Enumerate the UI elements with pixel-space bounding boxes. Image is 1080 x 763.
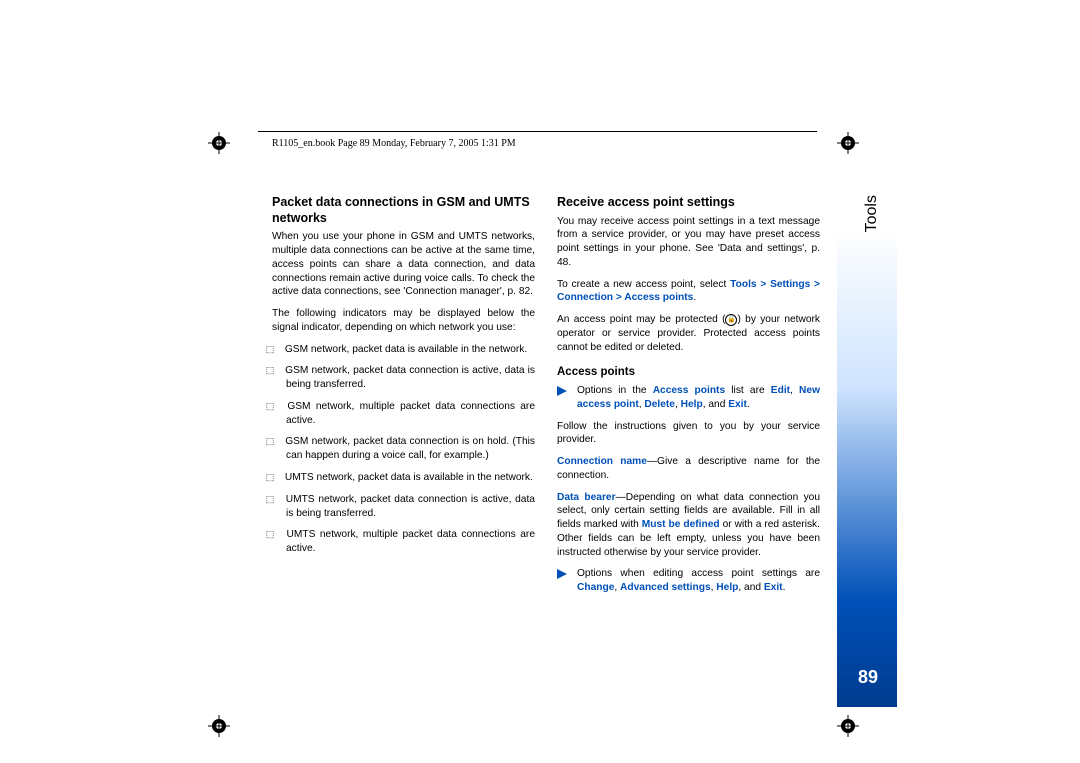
heading-packet-data: Packet data connections in GSM and UMTS …	[272, 195, 535, 226]
header-meta: R1105_en.book Page 89 Monday, February 7…	[272, 138, 516, 149]
body-text: Data bearer—Depending on what data conne…	[557, 491, 820, 560]
body-text: Connection name—Give a descriptive name …	[557, 455, 820, 483]
body-text: The following indicators may be displaye…	[272, 307, 535, 335]
network-icon: ⬚	[272, 364, 282, 376]
page-number: 89	[858, 667, 878, 688]
right-column: Receive access point settings You may re…	[557, 195, 820, 603]
body-text: To create a new access point, select Too…	[557, 278, 820, 306]
heading-access-points: Access points	[557, 365, 820, 381]
crop-mark-icon	[837, 132, 859, 154]
network-icon: ⬚	[272, 493, 282, 505]
network-icon: ⬚	[272, 343, 282, 355]
crop-mark-icon	[208, 715, 230, 737]
options-tip: Options when editing access point settin…	[557, 567, 820, 595]
side-gradient	[837, 174, 897, 707]
indicator-item: ⬚ GSM network, multiple packet data conn…	[272, 400, 535, 428]
heading-receive-ap: Receive access point settings	[557, 195, 820, 211]
indicator-item: ⬚ UMTS network, packet data is available…	[272, 471, 535, 485]
crop-mark-icon	[208, 132, 230, 154]
indicator-item: ⬚ GSM network, packet data connection is…	[272, 364, 535, 392]
body-text: An access point may be protected (🔒) by …	[557, 313, 820, 354]
network-icon: ⬚	[272, 400, 282, 412]
options-tip: Options in the Access points list are Ed…	[557, 384, 820, 412]
indicator-item: ⬚ GSM network, packet data connection is…	[272, 435, 535, 463]
body-text: When you use your phone in GSM and UMTS …	[272, 230, 535, 299]
header-rule	[258, 131, 817, 132]
left-column: Packet data connections in GSM and UMTS …	[272, 195, 535, 603]
network-icon: ⬚	[272, 471, 282, 483]
indicator-item: ⬚ GSM network, packet data is available …	[272, 343, 535, 357]
body-text: You may receive access point settings in…	[557, 215, 820, 270]
network-icon: ⬚	[272, 435, 282, 447]
section-label: Tools	[863, 195, 881, 232]
indicator-item: ⬚ UMTS network, packet data connection i…	[272, 493, 535, 521]
lock-icon: 🔒	[725, 314, 737, 326]
crop-mark-icon	[837, 715, 859, 737]
indicator-item: ⬚ UMTS network, multiple packet data con…	[272, 528, 535, 556]
network-icon: ⬚	[272, 528, 282, 540]
body-text: Follow the instructions given to you by …	[557, 420, 820, 448]
